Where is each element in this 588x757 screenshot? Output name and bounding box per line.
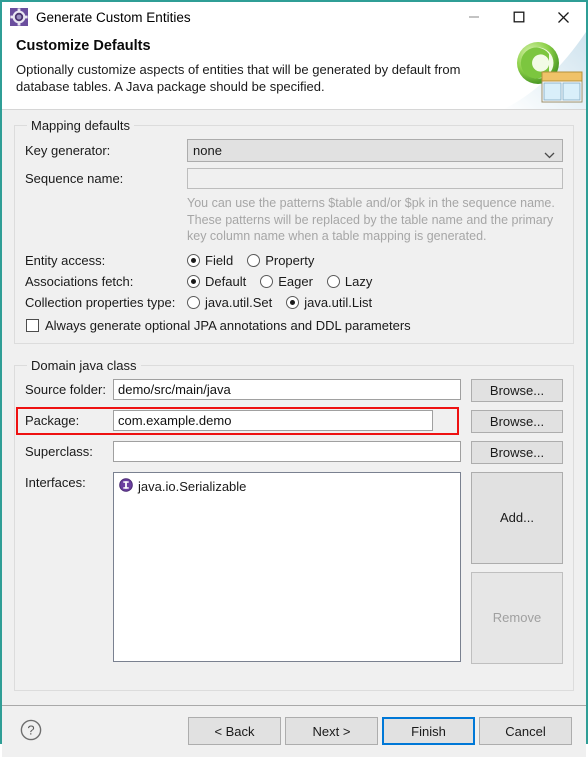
package-row: Package: Browse... [16, 406, 563, 435]
checkbox-icon [26, 318, 39, 332]
svg-text:?: ? [27, 722, 34, 737]
title-bar: Generate Custom Entities [2, 2, 586, 32]
list-item[interactable]: java.io.Serializable [119, 477, 456, 497]
radio-icon [187, 274, 200, 288]
add-interface-button[interactable]: Add... [471, 471, 563, 564]
interfaces-row: Interfaces: java.io.Serializable Add... … [25, 471, 563, 672]
associations-fetch-option-lazy-label: Lazy [344, 273, 373, 289]
collection-type-option-set-label: java.util.Set [205, 294, 273, 310]
sequence-name-input[interactable] [187, 168, 563, 189]
next-button[interactable]: Next > [285, 717, 378, 745]
always-generate-checkbox-row[interactable]: Always generate optional JPA annotations… [26, 318, 563, 333]
interfaces-label: Interfaces: [25, 474, 86, 490]
cancel-button[interactable]: Cancel [479, 717, 572, 745]
package-input[interactable] [113, 409, 433, 431]
associations-fetch-label: Associations fetch: [25, 273, 134, 289]
collection-type-option-set[interactable]: java.util.Set [187, 295, 272, 310]
associations-fetch-option-eager-label: Eager [278, 273, 313, 289]
collection-type-option-list[interactable]: java.util.List [286, 295, 372, 310]
collection-properties-type-row: Collection properties type: java.util.Se… [25, 295, 563, 310]
source-folder-input[interactable] [113, 378, 461, 400]
dialog-footer: ? < Back Next > Finish Cancel [2, 704, 586, 757]
back-button[interactable]: < Back [188, 717, 281, 745]
mapping-defaults-group: Mapping defaults Key generator: none Seq… [14, 118, 574, 344]
radio-icon [326, 274, 340, 288]
dialog-window: Generate Custom Entities Customize Defau… [0, 0, 588, 757]
superclass-browse-button[interactable]: Browse... [471, 440, 563, 464]
key-generator-combo-wrap: none [187, 139, 563, 162]
radio-icon [187, 295, 200, 309]
dialog-content: Mapping defaults Key generator: none Seq… [2, 110, 586, 705]
key-generator-row: Key generator: none [25, 139, 563, 162]
entity-access-option-property[interactable]: Property [247, 253, 314, 268]
page-header: Customize Defaults Optionally customize … [2, 32, 586, 110]
sequence-name-label: Sequence name: [25, 171, 124, 186]
superclass-label: Superclass: [25, 443, 93, 459]
associations-fetch-option-default-label: Default [205, 273, 247, 289]
entity-access-option-property-label: Property [265, 252, 315, 268]
radio-icon [247, 253, 261, 267]
page-description: Optionally customize aspects of entities… [16, 62, 461, 94]
associations-fetch-option-lazy[interactable]: Lazy [326, 273, 373, 289]
source-folder-label: Source folder: [25, 381, 106, 397]
source-folder-browse-button[interactable]: Browse... [471, 378, 563, 402]
associations-fetch-row: Associations fetch: Default Eager Lazy [25, 274, 563, 289]
associations-fetch-option-eager[interactable]: Eager [260, 274, 313, 289]
question-mark-icon[interactable]: ? [20, 719, 42, 744]
source-folder-row: Source folder: Browse... [25, 378, 563, 402]
window-title: Generate Custom Entities [36, 9, 191, 25]
superclass-input[interactable] [113, 440, 461, 462]
collection-type-option-list-label: java.util.List [304, 294, 373, 310]
collection-properties-type-label: Collection properties type: [25, 294, 176, 310]
finish-button[interactable]: Finish [382, 717, 475, 745]
sequence-name-row: Sequence name: [25, 168, 563, 189]
package-label: Package: [25, 412, 80, 428]
domain-java-class-legend: Domain java class [31, 357, 137, 373]
interface-icon [119, 478, 133, 495]
always-generate-label: Always generate optional JPA annotations… [45, 317, 411, 333]
remove-interface-button[interactable]: Remove [471, 571, 563, 664]
maximize-button[interactable] [496, 2, 541, 32]
interfaces-buttons: Add... Remove [461, 471, 563, 672]
minimize-button[interactable] [451, 2, 496, 32]
entity-access-label: Entity access: [25, 252, 106, 268]
window-controls [451, 2, 586, 32]
associations-fetch-option-default[interactable]: Default [187, 274, 246, 289]
key-generator-select[interactable]: none [187, 139, 563, 162]
entity-access-option-field-label: Field [205, 252, 234, 268]
superclass-row: Superclass: Browse... [25, 440, 563, 464]
database-table-wizard-icon [502, 32, 586, 109]
sequence-help-text: You can use the patterns $table and/or $… [187, 196, 555, 243]
key-generator-label: Key generator: [25, 143, 111, 158]
radio-icon [286, 295, 300, 309]
close-button[interactable] [541, 2, 586, 32]
interface-item-label: java.io.Serializable [138, 479, 247, 494]
mapping-defaults-legend: Mapping defaults [31, 118, 131, 133]
entity-access-row: Entity access: Field Property [25, 253, 563, 268]
radio-icon [187, 253, 200, 267]
package-browse-button[interactable]: Browse... [471, 409, 563, 433]
gear-icon [10, 8, 28, 26]
domain-java-class-group: Domain java class Source folder: Browse.… [14, 357, 574, 691]
radio-icon [260, 274, 274, 288]
entity-access-option-field[interactable]: Field [187, 253, 233, 268]
interfaces-listbox[interactable]: java.io.Serializable [113, 471, 461, 662]
page-title: Customize Defaults [16, 38, 151, 54]
